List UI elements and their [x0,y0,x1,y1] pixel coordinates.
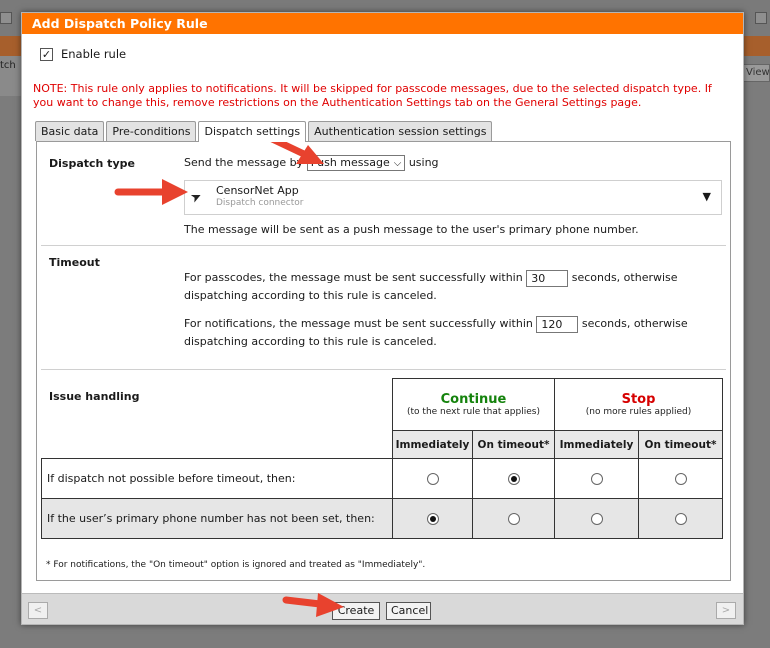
continue-subtitle: (to the next rule that applies) [407,407,540,417]
tab-dispatch-settings[interactable]: Dispatch settings [198,121,307,142]
cancel-button[interactable]: Cancel [386,602,431,620]
table-row: If the user’s primary phone number has n… [41,498,723,539]
radio-cell [472,498,555,539]
stop-subtitle: (no more rules applied) [585,407,692,417]
dispatch-type-heading: Dispatch type [49,157,135,170]
radio-dispatch-continue-immediately[interactable] [426,472,439,485]
timeout-heading: Timeout [49,256,100,269]
stop-header: Stop (no more rules applied) [554,378,723,431]
chevron-down-icon: ⌵ [393,158,402,169]
row-label: If dispatch not possible before timeout,… [41,458,393,499]
dispatch-connector-dropdown[interactable]: ➤ CensorNet App Dispatch connector ▼ [184,180,722,215]
passcode-timeout-line: For passcodes, the message must be sent … [184,269,678,287]
radio-cell [392,498,473,539]
issue-handling-footnote: * For notifications, the "On timeout" op… [46,560,426,570]
paper-plane-icon: ➤ [188,188,205,207]
send-suffix: using [408,156,439,169]
caret-down-icon: ▼ [702,190,711,203]
background-tab-fragment: tch [0,56,22,96]
table-row: If dispatch not possible before timeout,… [41,458,723,499]
passcode-suffix: seconds, otherwise [571,271,678,284]
radio-phone-stop-immediately[interactable] [590,512,603,525]
radio-cell [554,458,639,499]
row-label: If the user’s primary phone number has n… [41,498,393,539]
passcode-prefix: For passcodes, the message must be sent … [184,271,523,284]
background-checkbox [755,12,767,24]
radio-cell [392,458,473,499]
enable-rule-label: Enable rule [61,47,127,61]
col-continue-immediately: Immediately [392,430,473,459]
passcode-line2: dispatching according to this rule is ca… [184,289,437,302]
divider [41,369,726,370]
background-checkbox [0,12,12,24]
radio-cell [638,498,723,539]
enable-rule-checkbox[interactable]: ✓ [40,47,53,61]
annotation-arrow-icon [282,593,344,617]
notification-prefix: For notifications, the message must be s… [184,317,533,330]
radio-phone-continue-immediately[interactable] [426,512,439,525]
passcode-timeout-input[interactable]: 30 [526,269,569,287]
tab-authentication-session-settings[interactable]: Authentication session settings [308,121,493,141]
col-stop-immediately: Immediately [554,430,639,459]
radio-cell [638,458,723,499]
add-dispatch-policy-rule-dialog: Add Dispatch Policy Rule ✓ Enable rule N… [21,12,744,625]
tab-basic-data[interactable]: Basic data [35,121,105,141]
col-continue-on-timeout: On timeout* [472,430,555,459]
connector-name: CensorNet App [216,184,299,197]
radio-cell [472,458,555,499]
divider [41,245,726,246]
enable-rule-row[interactable]: ✓ Enable rule [40,47,126,61]
notification-suffix: seconds, otherwise [581,317,688,330]
tab-bar: Basic data Pre-conditions Dispatch setti… [35,121,494,142]
radio-phone-stop-on-timeout[interactable] [674,512,687,525]
notification-timeout-line: For notifications, the message must be s… [184,315,688,333]
radio-cell [554,498,639,539]
annotation-arrow-icon [114,179,188,205]
previous-button[interactable]: < [28,602,48,619]
notification-timeout-input[interactable]: 120 [536,315,579,333]
dialog-title: Add Dispatch Policy Rule [22,13,743,34]
stop-title: Stop [621,392,656,407]
table-corner [42,431,393,459]
radio-dispatch-continue-on-timeout[interactable] [507,472,520,485]
tab-pre-conditions[interactable]: Pre-conditions [106,121,197,141]
dispatch-description: The message will be sent as a push messa… [184,223,639,236]
next-button[interactable]: > [716,602,736,619]
restriction-note: NOTE: This rule only applies to notifica… [33,82,712,109]
radio-dispatch-stop-on-timeout[interactable] [674,472,687,485]
col-stop-on-timeout: On timeout* [638,430,723,459]
connector-type: Dispatch connector [216,198,304,208]
dialog-footer: < Create Cancel > [22,593,743,624]
table-corner [42,379,393,431]
continue-title: Continue [440,392,507,407]
background-view-button: View [742,64,770,82]
radio-phone-continue-on-timeout[interactable] [507,512,520,525]
issue-handling-table: Continue (to the next rule that applies)… [41,378,723,539]
radio-dispatch-stop-immediately[interactable] [590,472,603,485]
continue-header: Continue (to the next rule that applies) [392,378,555,431]
notification-line2: dispatching according to this rule is ca… [184,335,437,348]
